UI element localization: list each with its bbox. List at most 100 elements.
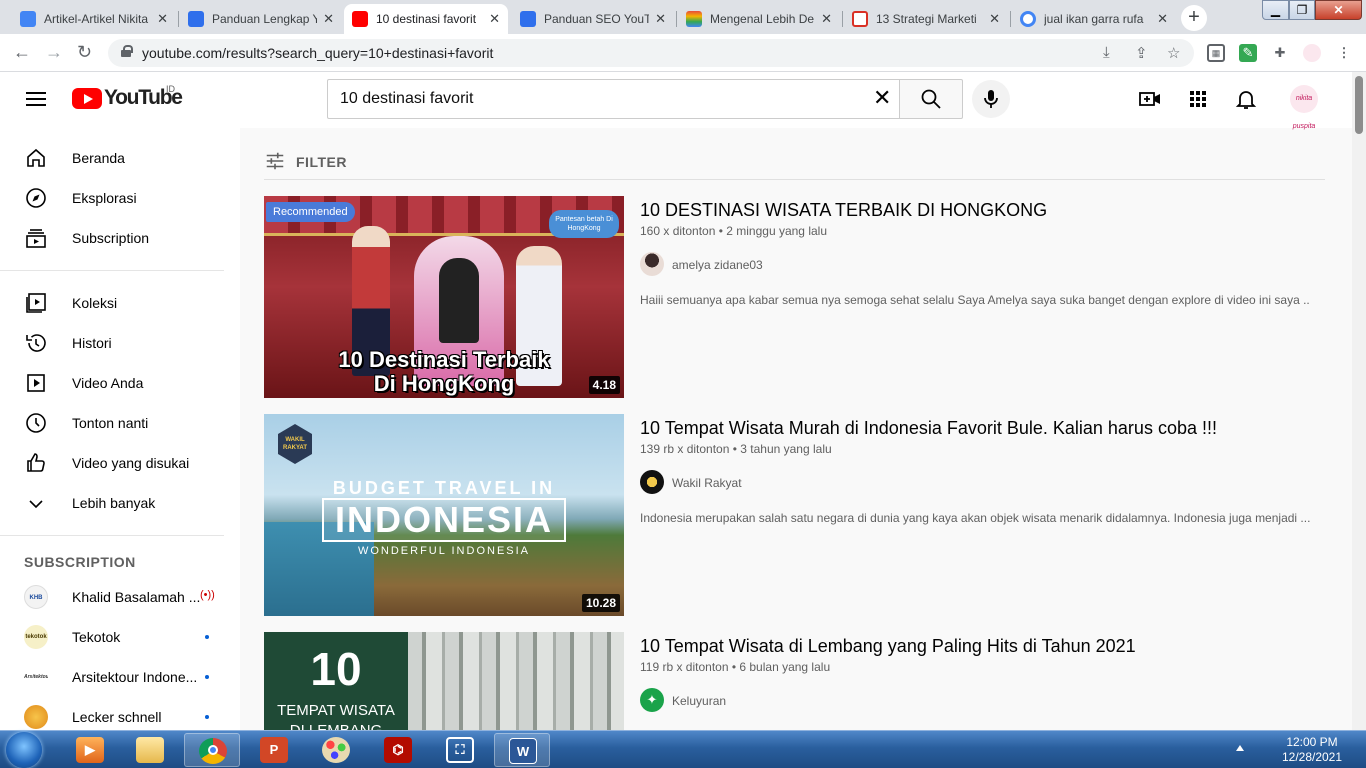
clear-search-icon[interactable]: ✕ bbox=[873, 87, 891, 109]
search-box[interactable]: ✕ bbox=[327, 79, 900, 119]
browser-tab[interactable]: Artikel-Artikel Nikita ✕ bbox=[12, 4, 176, 34]
browser-tab[interactable]: 13 Strategi Marketi ✕ bbox=[844, 4, 1008, 34]
bookmark-star-icon[interactable]: ☆ bbox=[1167, 44, 1180, 62]
site-favicon-icon bbox=[520, 11, 536, 27]
taskbar-app-snipping[interactable]: ⛶ bbox=[432, 733, 488, 767]
menu-kebab-icon[interactable]: ⋮ bbox=[1335, 44, 1353, 62]
video-result[interactable]: WAKIL RAKYAT BUDGET TRAVEL IN INDONESIA … bbox=[264, 414, 1326, 616]
video-thumbnail[interactable]: WAKIL RAKYAT BUDGET TRAVEL IN INDONESIA … bbox=[264, 414, 624, 616]
back-arrow-icon[interactable]: ← bbox=[13, 42, 31, 63]
video-title[interactable]: 10 DESTINASI WISATA TERBAIK DI HONGKONG bbox=[640, 200, 1047, 221]
page-scrollbar[interactable] bbox=[1352, 72, 1366, 730]
sidebar-item-lebih-banyak[interactable]: Lebih banyak bbox=[0, 483, 240, 523]
browser-tab-bar: Artikel-Artikel Nikita ✕ Panduan Lengkap… bbox=[0, 0, 1366, 34]
close-window-button[interactable]: ✕ bbox=[1315, 0, 1362, 20]
thumbnail-caption: INDONESIA bbox=[322, 498, 566, 542]
subscription-item[interactable]: tekotok Tekotok bbox=[0, 617, 240, 657]
qr-code-icon[interactable]: ▦ bbox=[1207, 44, 1225, 62]
sidebar-item-video-disukai[interactable]: Video yang disukai bbox=[0, 443, 240, 483]
video-result[interactable]: Pantesan betah Di HongKong 10 Destinasi … bbox=[264, 196, 1326, 398]
paint-palette-icon bbox=[322, 737, 350, 763]
search-input[interactable] bbox=[340, 88, 860, 110]
address-bar[interactable]: youtube.com/results?search_query=10+dest… bbox=[108, 39, 1194, 67]
channel-avatar bbox=[640, 252, 664, 276]
subscription-item[interactable]: Lecker schnell bbox=[0, 697, 240, 730]
notifications-bell-icon[interactable] bbox=[1234, 87, 1258, 111]
tab-separator bbox=[1010, 11, 1011, 27]
sidebar-item-histori[interactable]: Histori bbox=[0, 323, 240, 363]
browser-tab[interactable]: Panduan SEO YouTu ✕ bbox=[512, 4, 674, 34]
close-tab-icon[interactable]: ✕ bbox=[157, 11, 168, 27]
url-text[interactable]: youtube.com/results?search_query=10+dest… bbox=[142, 45, 493, 61]
channel-avatar: tekotok bbox=[24, 625, 48, 649]
video-title[interactable]: 10 Tempat Wisata di Lembang yang Paling … bbox=[640, 636, 1136, 657]
powerpoint-icon: P bbox=[260, 737, 288, 763]
sidebar-item-subscription[interactable]: Subscription bbox=[0, 218, 240, 258]
extension-icon[interactable]: ✎ bbox=[1239, 44, 1257, 62]
screen-capture-icon: ⛶ bbox=[446, 737, 474, 763]
subscription-item[interactable]: KHB Khalid Basalamah ... (•)) bbox=[0, 577, 240, 617]
start-button[interactable] bbox=[6, 732, 42, 768]
taskbar-app-powerpoint[interactable]: P bbox=[246, 733, 302, 767]
sidebar-item-koleksi[interactable]: Koleksi bbox=[0, 283, 240, 323]
profile-avatar-icon[interactable] bbox=[1303, 44, 1321, 62]
video-meta: 160 x ditonton • 2 minggu yang lalu bbox=[640, 224, 827, 238]
show-hidden-icons-icon[interactable] bbox=[1236, 745, 1244, 751]
new-content-dot bbox=[205, 635, 209, 639]
restore-window-button[interactable]: ❐ bbox=[1289, 0, 1315, 20]
site-favicon-icon bbox=[686, 11, 702, 27]
taskbar-app-explorer[interactable] bbox=[122, 733, 178, 767]
close-tab-icon[interactable]: ✕ bbox=[1157, 11, 1168, 27]
install-app-icon[interactable]: ⤓ bbox=[1103, 44, 1110, 61]
new-content-dot bbox=[205, 675, 209, 679]
video-title[interactable]: 10 Tempat Wisata Murah di Indonesia Favo… bbox=[640, 418, 1217, 439]
share-icon[interactable]: ⇪ bbox=[1135, 44, 1148, 62]
hamburger-menu-icon[interactable] bbox=[26, 92, 46, 106]
taskbar-app-chrome[interactable] bbox=[184, 733, 240, 767]
apps-grid-icon[interactable] bbox=[1186, 87, 1210, 111]
sidebar-item-beranda[interactable]: Beranda bbox=[0, 138, 240, 178]
video-description: Indonesia merupakan salah satu negara di… bbox=[640, 511, 1310, 525]
system-clock[interactable]: 12:00 PM 12/28/2021 bbox=[1262, 735, 1362, 765]
browser-tab[interactable]: jual ikan garra rufa ✕ bbox=[1012, 4, 1176, 34]
scrollbar-thumb[interactable] bbox=[1355, 76, 1363, 134]
close-tab-icon[interactable]: ✕ bbox=[655, 11, 666, 27]
create-video-icon[interactable] bbox=[1138, 87, 1162, 111]
browser-tab[interactable]: Panduan Lengkap Y ✕ bbox=[180, 4, 342, 34]
taskbar-app-media[interactable]: ▶ bbox=[62, 733, 118, 767]
browser-tab[interactable]: Mengenal Lebih De ✕ bbox=[678, 4, 840, 34]
youtube-favicon-icon bbox=[352, 11, 368, 27]
close-tab-icon[interactable]: ✕ bbox=[821, 11, 832, 27]
forward-arrow-icon[interactable]: → bbox=[45, 42, 63, 63]
sidebar-item-eksplorasi[interactable]: Eksplorasi bbox=[0, 178, 240, 218]
new-tab-button[interactable]: + bbox=[1181, 5, 1207, 31]
video-thumbnail[interactable]: 10 TEMPAT WISATA DI LEMBANG bbox=[264, 632, 624, 730]
thumbnail-caption: 10 Destinasi Terbaik Di HongKong bbox=[338, 347, 550, 396]
search-button[interactable] bbox=[899, 79, 963, 119]
filter-sliders-icon bbox=[266, 152, 284, 170]
browser-tab-active[interactable]: 10 destinasi favorit ✕ bbox=[344, 4, 508, 34]
reload-icon[interactable]: ↻ bbox=[77, 42, 92, 63]
video-thumbnail[interactable]: Pantesan betah Di HongKong 10 Destinasi … bbox=[264, 196, 624, 398]
close-tab-icon[interactable]: ✕ bbox=[323, 11, 334, 27]
sidebar-item-tonton-nanti[interactable]: Tonton nanti bbox=[0, 403, 240, 443]
sidebar-item-video-anda[interactable]: Video Anda bbox=[0, 363, 240, 403]
thumbnail-caption: TEMPAT WISATA bbox=[277, 702, 395, 719]
puzzle-extensions-icon[interactable]: ✚ bbox=[1271, 44, 1289, 62]
taskbar-app-word[interactable]: W bbox=[494, 733, 550, 767]
close-tab-icon[interactable]: ✕ bbox=[489, 11, 500, 27]
taskbar-app-paint[interactable] bbox=[308, 733, 364, 767]
channel-avatar: KHB bbox=[24, 585, 48, 609]
minimize-window-button[interactable]: ▁ bbox=[1262, 0, 1289, 20]
channel-avatar bbox=[640, 470, 664, 494]
voice-search-button[interactable] bbox=[972, 80, 1010, 118]
close-tab-icon[interactable]: ✕ bbox=[989, 11, 1000, 27]
video-result[interactable]: 10 TEMPAT WISATA DI LEMBANG 10 Tempat Wi… bbox=[264, 632, 1326, 730]
account-avatar[interactable]: nikita puspita bbox=[1290, 85, 1318, 130]
lock-icon[interactable] bbox=[121, 45, 133, 57]
youtube-logo-icon[interactable] bbox=[72, 88, 102, 109]
taskbar-app-acrobat[interactable]: ⌬ bbox=[370, 733, 426, 767]
thumbnail-caption: DI LEMBANG bbox=[264, 722, 408, 730]
subscription-item[interactable]: Arsitektour Arsitektour Indone... bbox=[0, 657, 240, 697]
browser-toolbar: ← → ↻ youtube.com/results?search_query=1… bbox=[0, 34, 1366, 72]
